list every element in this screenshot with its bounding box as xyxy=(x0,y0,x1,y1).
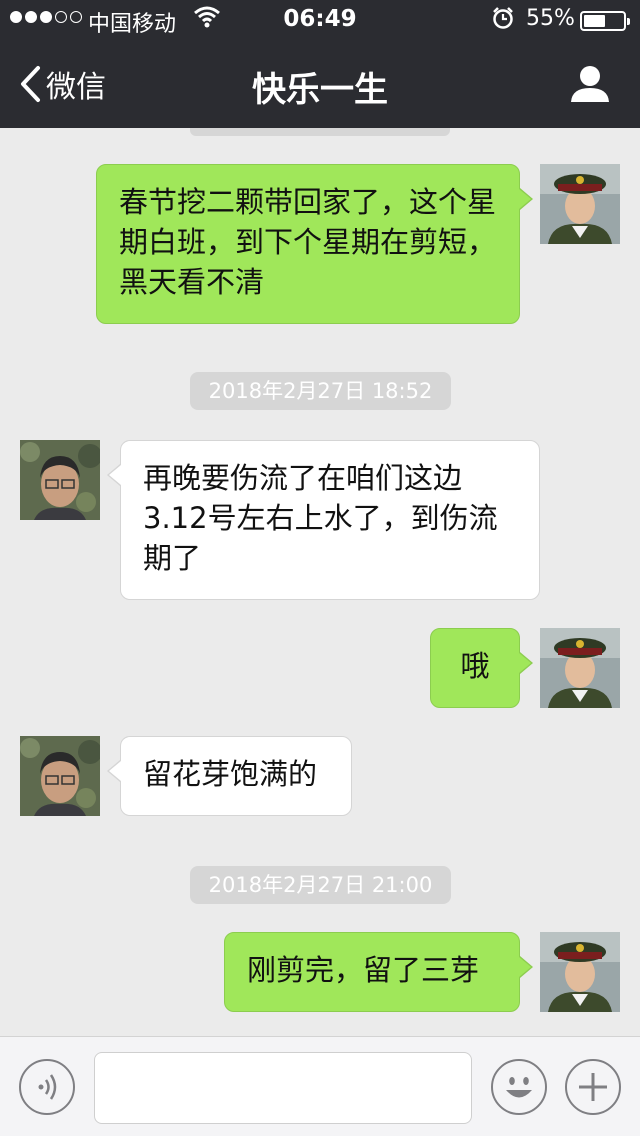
plus-icon xyxy=(579,1073,607,1101)
timestamp: 2018年2月27日 18:52 xyxy=(190,372,451,410)
more-button[interactable] xyxy=(565,1059,621,1115)
chevron-left-icon xyxy=(21,66,40,102)
message-text: 春节挖二颗带回家了，这个星期白班，到下个星期在剪短，黑天看不清 xyxy=(119,185,497,299)
message-text: 再晚要伤流了在咱们这边3.12号左右上水了，到伤流期了 xyxy=(143,461,498,575)
contact-profile-button[interactable] xyxy=(568,64,612,104)
chat-area[interactable]: 春节挖二颗带回家了，这个星期白班，到下个星期在剪短，黑天看不清 2018年2月2… xyxy=(0,128,640,1036)
avatar-contact[interactable] xyxy=(20,736,100,816)
message-bubble-received[interactable]: 留花芽饱满的 xyxy=(107,736,352,816)
battery-percent: 55% xyxy=(526,6,575,31)
emoji-icon xyxy=(506,1077,532,1098)
timestamp-partial xyxy=(190,128,450,136)
message-text: 哦 xyxy=(460,649,490,683)
avatar-self[interactable] xyxy=(540,932,620,1012)
timestamp: 2018年2月27日 21:00 xyxy=(190,866,451,904)
alarm-icon xyxy=(491,6,515,36)
message-bubble-sent[interactable]: 哦 xyxy=(430,628,533,708)
person-icon xyxy=(571,66,609,102)
message-bubble-received[interactable]: 再晚要伤流了在咱们这边3.12号左右上水了，到伤流期了 xyxy=(107,440,540,600)
message-input[interactable] xyxy=(94,1052,472,1124)
chat-title: 快乐一生 xyxy=(252,70,388,110)
avatar-contact[interactable] xyxy=(20,440,100,520)
input-bar xyxy=(0,1036,640,1136)
message-text: 刚剪完，留了三芽 xyxy=(247,953,480,987)
voice-icon xyxy=(38,1074,57,1100)
message-bubble-sent[interactable]: 春节挖二颗带回家了，这个星期白班，到下个星期在剪短，黑天看不清 xyxy=(96,164,533,324)
message-bubble-sent[interactable]: 刚剪完，留了三芽 xyxy=(224,932,533,1012)
avatar-self[interactable] xyxy=(540,628,620,708)
emoji-button[interactable] xyxy=(491,1059,547,1115)
avatar-self[interactable] xyxy=(540,164,620,244)
voice-button[interactable] xyxy=(19,1059,75,1115)
back-label: 微信 xyxy=(46,70,106,105)
battery-icon xyxy=(580,11,630,31)
status-bar: 中国移动 06:49 55% xyxy=(0,0,640,40)
nav-bar: 微信 快乐一生 xyxy=(0,40,640,128)
message-text: 留花芽饱满的 xyxy=(143,757,318,791)
back-button[interactable]: 微信 xyxy=(18,64,106,105)
